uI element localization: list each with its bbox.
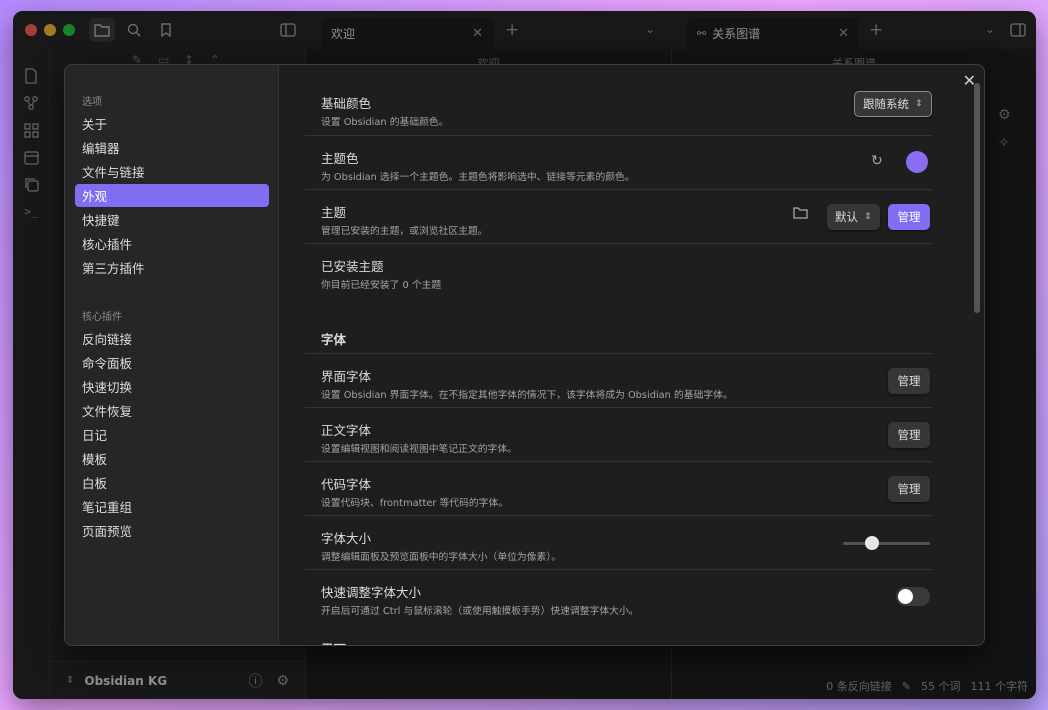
- sidebar-item-appearance[interactable]: 外观: [75, 184, 269, 207]
- manage-interface-font-button[interactable]: 管理: [888, 368, 930, 394]
- dropdown-value: 默认: [835, 210, 858, 224]
- setting-interface-font: 界面字体 设置 Obsidian 界面字体。在不指定其他字体的情况下，该字体将成…: [305, 353, 932, 407]
- font-size-slider-thumb[interactable]: [864, 536, 879, 550]
- setting-base-color: 基础颜色 设置 Obsidian 的基础颜色。 跟随系统 ⇕: [305, 83, 932, 135]
- setting-title: 字体大小: [321, 531, 372, 546]
- setting-title: 代码字体: [321, 477, 372, 492]
- folder-open-icon[interactable]: [793, 206, 808, 223]
- sidebar-item-editor[interactable]: 编辑器: [75, 136, 269, 159]
- sidebar-item-page-preview[interactable]: 页面预览: [75, 519, 269, 542]
- setting-title: 快速调整字体大小: [321, 585, 422, 600]
- quick-font-size-toggle[interactable]: [896, 587, 930, 606]
- sidebar-item-file-recovery[interactable]: 文件恢复: [75, 399, 269, 422]
- base-color-dropdown[interactable]: 跟随系统 ⇕: [854, 91, 932, 117]
- settings-sidebar: 选项 关于 编辑器 文件与链接 外观 快捷键 核心插件 第三方插件 核心插件 反…: [65, 65, 279, 645]
- sidebar-heading-core-plugins: 核心插件: [82, 312, 122, 323]
- sidebar-item-daily-notes[interactable]: 日记: [75, 423, 269, 446]
- section-heading-interface: 界面: [321, 639, 346, 645]
- sidebar-item-templates[interactable]: 模板: [75, 447, 269, 470]
- setting-title: 界面字体: [321, 369, 372, 384]
- theme-dropdown[interactable]: 默认 ⇕: [827, 204, 880, 230]
- sidebar-heading-options: 选项: [82, 97, 102, 108]
- setting-text-font: 正文字体 设置编辑视图和阅读视图中笔记正文的字体。 管理: [305, 407, 932, 461]
- setting-desc: 设置代码块、frontmatter 等代码的字体。: [321, 498, 509, 509]
- sidebar-item-backlinks[interactable]: 反向链接: [75, 327, 269, 350]
- setting-desc: 为 Obsidian 选择一个主题色。主题色将影响选中、链接等元素的颜色。: [321, 172, 635, 183]
- setting-quick-font-size: 快速调整字体大小 开启后可通过 Ctrl 与鼠标滚轮（或使用触摸板手势）快速调整…: [305, 569, 932, 623]
- setting-theme: 主题 管理已安装的主题，或浏览社区主题。 默认 ⇕ 管理: [305, 189, 932, 243]
- sidebar-item-about[interactable]: 关于: [75, 112, 269, 135]
- setting-desc: 设置 Obsidian 界面字体。在不指定其他字体的情况下，该字体将成为 Obs…: [321, 390, 733, 401]
- setting-accent-color: 主题色 为 Obsidian 选择一个主题色。主题色将影响选中、链接等元素的颜色…: [305, 135, 932, 189]
- setting-installed-themes: 已安装主题 你目前已经安装了 0 个主题: [305, 243, 932, 295]
- settings-scrollbar[interactable]: [974, 83, 980, 313]
- chevron-updown-icon: ⇕: [864, 212, 872, 222]
- font-size-slider[interactable]: [843, 542, 930, 545]
- setting-desc: 开启后可通过 Ctrl 与鼠标滚轮（或使用触摸板手势）快速调整字体大小。: [321, 606, 639, 617]
- setting-title: 基础颜色: [321, 96, 372, 111]
- sidebar-item-hotkeys[interactable]: 快捷键: [75, 208, 269, 231]
- setting-code-font: 代码字体 设置代码块、frontmatter 等代码的字体。 管理: [305, 461, 932, 515]
- section-heading-font: 字体: [321, 332, 347, 347]
- sidebar-item-note-composer[interactable]: 笔记重组: [75, 495, 269, 518]
- manage-code-font-button[interactable]: 管理: [888, 476, 930, 502]
- setting-desc: 你目前已经安装了 0 个主题: [321, 280, 442, 291]
- dropdown-value: 跟随系统: [863, 97, 909, 111]
- setting-title: 正文字体: [321, 423, 372, 438]
- sidebar-item-files-links[interactable]: 文件与链接: [75, 160, 269, 183]
- setting-desc: 调整编辑面板及预览面板中的字体大小（单位为像素）。: [321, 552, 562, 563]
- accent-color-swatch[interactable]: [906, 151, 928, 173]
- setting-title: 已安装主题: [321, 259, 384, 274]
- sidebar-item-command-palette[interactable]: 命令面板: [75, 351, 269, 374]
- settings-modal: 选项 关于 编辑器 文件与链接 外观 快捷键 核心插件 第三方插件 核心插件 反…: [64, 64, 985, 646]
- settings-content: 基础颜色 设置 Obsidian 的基础颜色。 跟随系统 ⇕ 主题色 为 Obs…: [305, 65, 932, 645]
- setting-desc: 设置编辑视图和阅读视图中笔记正文的字体。: [321, 444, 517, 455]
- sidebar-item-canvas[interactable]: 白板: [75, 471, 269, 494]
- sidebar-item-community-plugins[interactable]: 第三方插件: [75, 256, 269, 279]
- sidebar-item-core-plugins[interactable]: 核心插件: [75, 232, 269, 255]
- chevron-updown-icon: ⇕: [915, 99, 923, 109]
- manage-text-font-button[interactable]: 管理: [888, 422, 930, 448]
- manage-themes-button[interactable]: 管理: [888, 204, 930, 230]
- toggle-knob: [898, 589, 913, 604]
- setting-title: 主题: [321, 205, 347, 220]
- sidebar-item-quick-switcher[interactable]: 快速切换: [75, 375, 269, 398]
- app-window: 欢迎 ✕ + ⌄ ⚯ 关系图谱 ✕ + ⌄ >_ ✎ ▭ ↕ ⌃ ⇕ Obsid…: [13, 11, 1036, 699]
- setting-desc: 设置 Obsidian 的基础颜色。: [321, 117, 449, 128]
- reset-icon[interactable]: ↻: [871, 153, 883, 169]
- setting-title: 主题色: [321, 151, 359, 166]
- setting-desc: 管理已安装的主题，或浏览社区主题。: [321, 226, 488, 237]
- setting-font-size: 字体大小 调整编辑面板及预览面板中的字体大小（单位为像素）。: [305, 515, 932, 569]
